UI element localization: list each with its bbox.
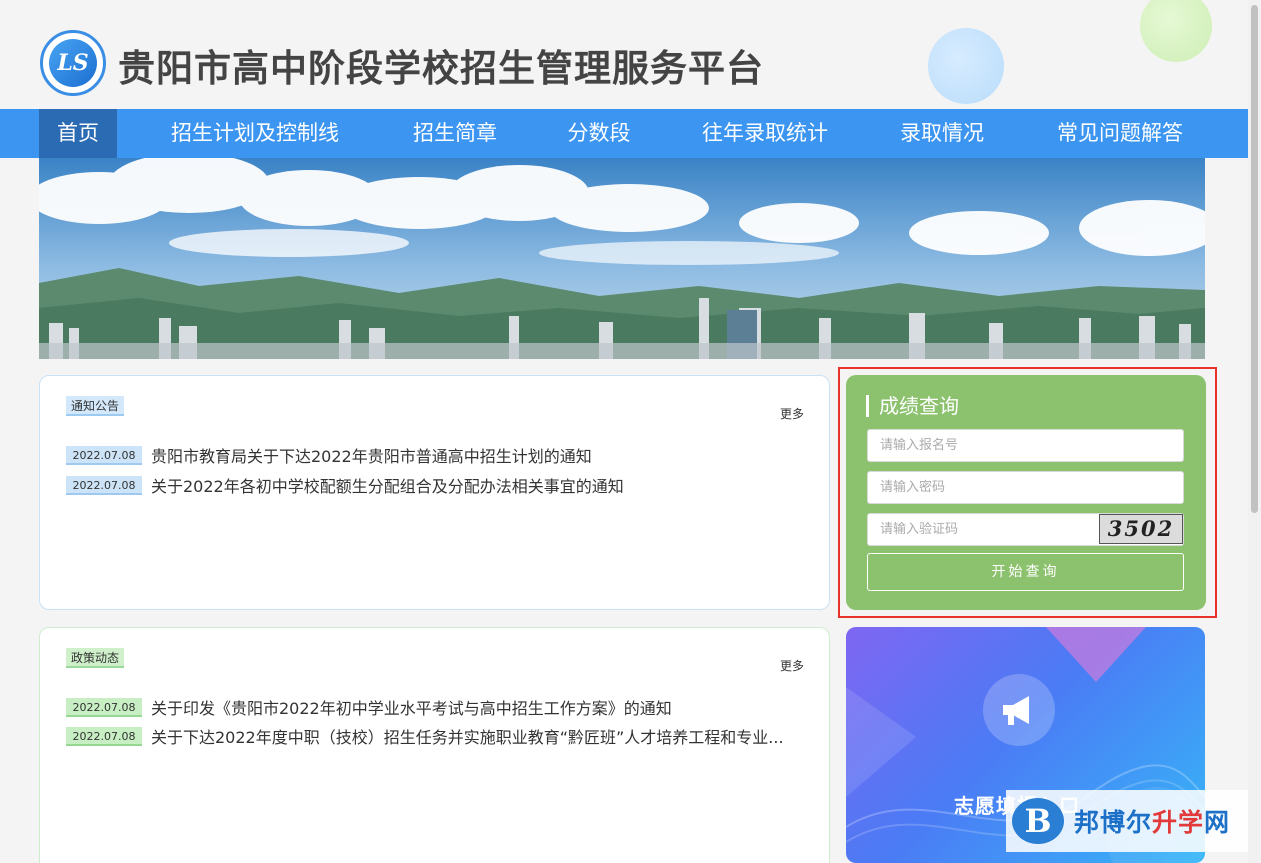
nav-home[interactable]: 首页	[39, 109, 117, 158]
notices-tag: 通知公告	[66, 396, 125, 416]
nav-faq[interactable]: 常见问题解答	[1035, 109, 1205, 158]
notice-title[interactable]: 贵阳市教育局关于下达2022年贵阳市普通高中招生计划的通知	[151, 443, 592, 467]
nav-enrollment-plan[interactable]: 招生计划及控制线	[148, 109, 362, 158]
policy-title[interactable]: 关于下达2022年度中职（技校）招生任务并实施职业教育“黔匠班”人才培养工程和专…	[151, 724, 784, 748]
nav-past-admission-stats[interactable]: 往年录取统计	[681, 109, 849, 158]
score-query-box: 成绩查询 3502 开始查询	[846, 375, 1206, 610]
site-title: 贵阳市高中阶段学校招生管理服务平台	[118, 47, 764, 90]
watermark: B 邦博尔升学网	[1006, 790, 1251, 852]
logo-emblem-icon: LS	[49, 39, 97, 87]
policy-more-link[interactable]: 更多	[780, 657, 804, 674]
nav-admission-brochure[interactable]: 招生简章	[393, 109, 517, 158]
page-scrollbar[interactable]	[1248, 0, 1261, 863]
watermark-text: 邦博尔升学网	[1074, 803, 1230, 839]
score-query-title: 成绩查询	[866, 395, 959, 417]
notice-item[interactable]: 2022.07.08 贵阳市教育局关于下达2022年贵阳市普通高中招生计划的通知	[66, 443, 806, 467]
watermark-logo-icon: B	[1012, 798, 1064, 844]
start-query-button[interactable]: 开始查询	[867, 553, 1184, 591]
scrollbar-thumb[interactable]	[1251, 5, 1258, 513]
policy-date: 2022.07.08	[66, 697, 142, 717]
notice-item[interactable]: 2022.07.08 关于2022年各初中学校配额生分配组合及分配办法相关事宜的…	[66, 473, 806, 497]
policy-panel: 政策动态 更多 2022.07.08 关于印发《贵阳市2022年初中学业水平考试…	[39, 627, 830, 863]
site-header: LS 贵阳市高中阶段学校招生管理服务平台	[0, 0, 1248, 109]
megaphone-icon	[983, 674, 1055, 746]
policy-date: 2022.07.08	[66, 726, 142, 746]
policy-tag: 政策动态	[66, 648, 125, 668]
captcha-image[interactable]: 3502	[1099, 514, 1183, 544]
policy-title[interactable]: 关于印发《贵阳市2022年初中学业水平考试与高中招生工作方案》的通知	[151, 695, 672, 719]
site-logo[interactable]: LS	[40, 30, 106, 96]
watermark-text-main: 邦博尔	[1074, 808, 1153, 837]
skyline-illustration	[39, 158, 1205, 359]
policy-item[interactable]: 2022.07.08 关于印发《贵阳市2022年初中学业水平考试与高中招生工作方…	[66, 695, 806, 719]
nav-score-range[interactable]: 分数段	[548, 109, 650, 158]
watermark-text-tail: 网	[1204, 808, 1231, 837]
nav-admission-status[interactable]: 录取情况	[880, 109, 1004, 158]
notices-more-link[interactable]: 更多	[780, 405, 804, 422]
main-nav: 首页 招生计划及控制线 招生简章 分数段 往年录取统计 录取情况 常见问题解答	[0, 109, 1248, 158]
password-input[interactable]	[867, 471, 1184, 504]
city-skyline-banner	[39, 158, 1205, 359]
notice-title[interactable]: 关于2022年各初中学校配额生分配组合及分配办法相关事宜的通知	[151, 473, 624, 497]
registration-number-input[interactable]	[867, 429, 1184, 462]
notices-panel: 通知公告 更多 2022.07.08 贵阳市教育局关于下达2022年贵阳市普通高…	[39, 375, 830, 610]
watermark-text-accent: 升学	[1152, 808, 1205, 837]
notice-date: 2022.07.08	[66, 445, 142, 465]
notice-date: 2022.07.08	[66, 475, 142, 495]
policy-item[interactable]: 2022.07.08 关于下达2022年度中职（技校）招生任务并实施职业教育“黔…	[66, 724, 806, 748]
